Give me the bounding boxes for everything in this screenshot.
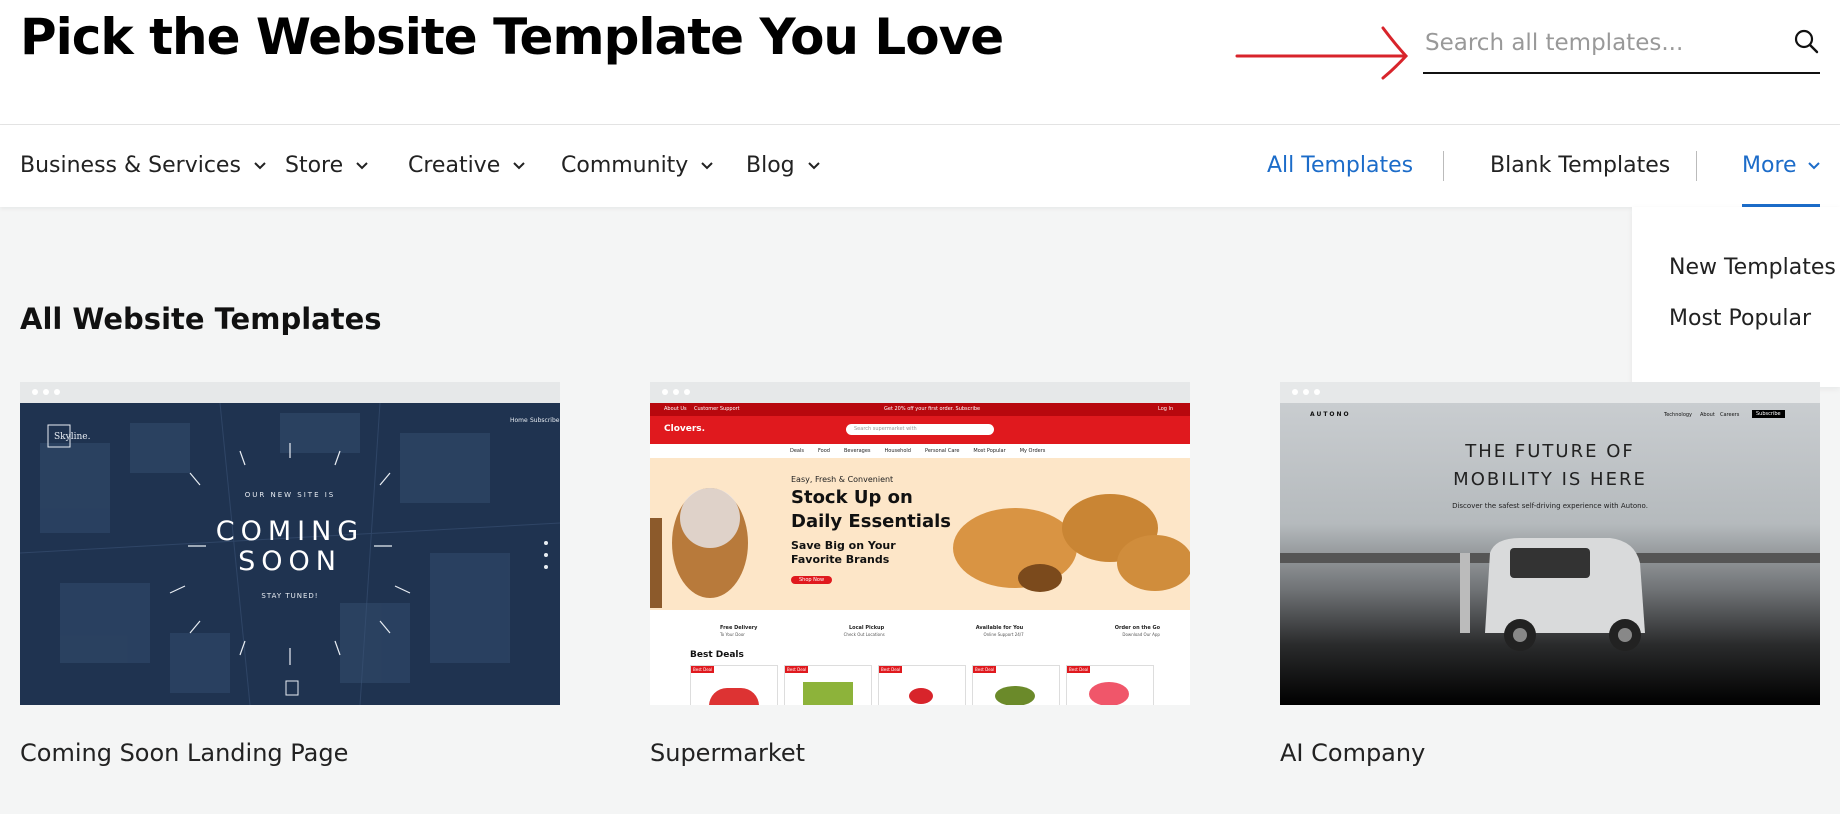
preview-headline: THE FUTURE OF — [1465, 441, 1635, 462]
preview-headline: COMING — [215, 516, 365, 547]
template-thumbnail[interactable]: AUTONO Technology About Careers Subscrib… — [1280, 403, 1820, 705]
preview-top-link: Customer Support — [694, 406, 740, 412]
preview-subtext: Discover the safest self-driving experie… — [1452, 502, 1648, 510]
chevron-down-icon — [356, 161, 368, 169]
nav-label: Creative — [408, 153, 501, 178]
nav-blog[interactable]: Blog — [746, 153, 821, 178]
preview-tagline: STAY TUNED! — [261, 592, 319, 600]
preview-promo: Get 20% off your first order. Subscribe — [884, 406, 981, 412]
chevron-down-icon — [254, 161, 266, 169]
preview-nav: Home — [510, 417, 528, 424]
preview-deals-title: Best Deals — [690, 650, 744, 660]
template-thumbnail[interactable]: About Us Customer Support Get 20% off yo… — [650, 403, 1190, 705]
nav-label: Community — [561, 153, 689, 178]
preview-features: Free Delivery Local Pickup Available for… — [720, 625, 1160, 631]
nav-label: Store — [285, 153, 344, 178]
preview-nav: About — [1700, 412, 1715, 418]
section-title: All Website Templates — [20, 302, 382, 336]
preview-hero-sub: Save Big on Your — [791, 539, 896, 552]
preview-login: Log In — [1158, 406, 1174, 412]
more-label: More — [1742, 153, 1797, 178]
browser-chrome — [650, 382, 1190, 403]
page-title: Pick the Website Template You Love — [20, 8, 1004, 66]
blank-templates-link[interactable]: Blank Templates — [1490, 153, 1670, 178]
preview-kicker: OUR NEW SITE IS — [244, 491, 336, 499]
nav-label: Business & Services — [20, 153, 241, 178]
top-header: Pick the Website Template You Love — [0, 0, 1840, 125]
preview-top-link: About Us — [664, 406, 687, 412]
preview-logo: Skyline. — [54, 432, 91, 442]
preview-nav: Careers — [1720, 412, 1740, 418]
nav-creative[interactable]: Creative — [408, 153, 526, 178]
browser-chrome — [1280, 382, 1820, 403]
preview-menu: Deals Food Beverages Household Personal Care… — [790, 448, 1046, 454]
preview-headline: MOBILITY IS HERE — [1453, 469, 1647, 490]
preview-nav: Subscribe — [530, 417, 560, 424]
template-name[interactable]: Coming Soon Landing Page — [20, 739, 560, 767]
preview-brand: AUTONO — [1310, 411, 1351, 418]
chevron-down-icon — [701, 161, 714, 169]
nav-label: Blog — [746, 153, 795, 178]
preview-brand: Clovers. — [664, 424, 706, 434]
search-icon[interactable] — [1792, 28, 1820, 56]
search-input[interactable] — [1423, 24, 1767, 62]
browser-chrome — [20, 382, 560, 403]
template-name[interactable]: AI Company — [1280, 739, 1820, 767]
preview-search: Search supermarket with — [854, 426, 917, 432]
preview-hero-title: Daily Essentials — [791, 511, 951, 532]
chevron-down-icon — [513, 161, 525, 169]
more-dropdown-menu: New Templates Most Popular — [1632, 207, 1840, 387]
chevron-down-icon — [1807, 161, 1820, 169]
preview-hero-kicker: Easy, Fresh & Convenient — [791, 475, 894, 484]
template-card[interactable]: AUTONO Technology About Careers Subscrib… — [1280, 382, 1820, 767]
nav-divider — [1443, 151, 1444, 181]
chevron-down-icon — [807, 161, 820, 169]
menu-item-new-templates[interactable]: New Templates — [1669, 255, 1836, 280]
nav-divider — [1696, 151, 1697, 181]
preview-cta: Shop Now — [791, 576, 833, 584]
nav-community[interactable]: Community — [561, 153, 714, 178]
more-menu-button[interactable]: More — [1742, 153, 1821, 178]
all-templates-link[interactable]: All Templates — [1267, 153, 1413, 178]
template-thumbnail[interactable]: Skyline. Home Subscribe OUR NEW SITE IS … — [20, 403, 560, 705]
preview-headline: SOON — [238, 546, 342, 577]
nav-business-services[interactable]: Business & Services — [20, 153, 267, 178]
template-card[interactable]: Skyline. Home Subscribe OUR NEW SITE IS … — [20, 382, 560, 767]
preview-hero-sub: Favorite Brands — [791, 553, 890, 566]
template-card[interactable]: About Us Customer Support Get 20% off yo… — [650, 382, 1190, 767]
template-name[interactable]: Supermarket — [650, 739, 1190, 767]
category-nav: Business & Services Store Creative Commu… — [0, 125, 1840, 207]
preview-nav: Technology — [1664, 412, 1693, 418]
preview-hero-title: Stock Up on — [791, 487, 913, 508]
red-arrow-annotation — [1235, 26, 1409, 80]
bread-image — [650, 488, 1190, 608]
menu-item-most-popular[interactable]: Most Popular — [1669, 306, 1811, 331]
preview-nav-button: Subscribe — [1752, 410, 1785, 418]
search-box — [1423, 18, 1820, 74]
nav-store[interactable]: Store — [285, 153, 369, 178]
